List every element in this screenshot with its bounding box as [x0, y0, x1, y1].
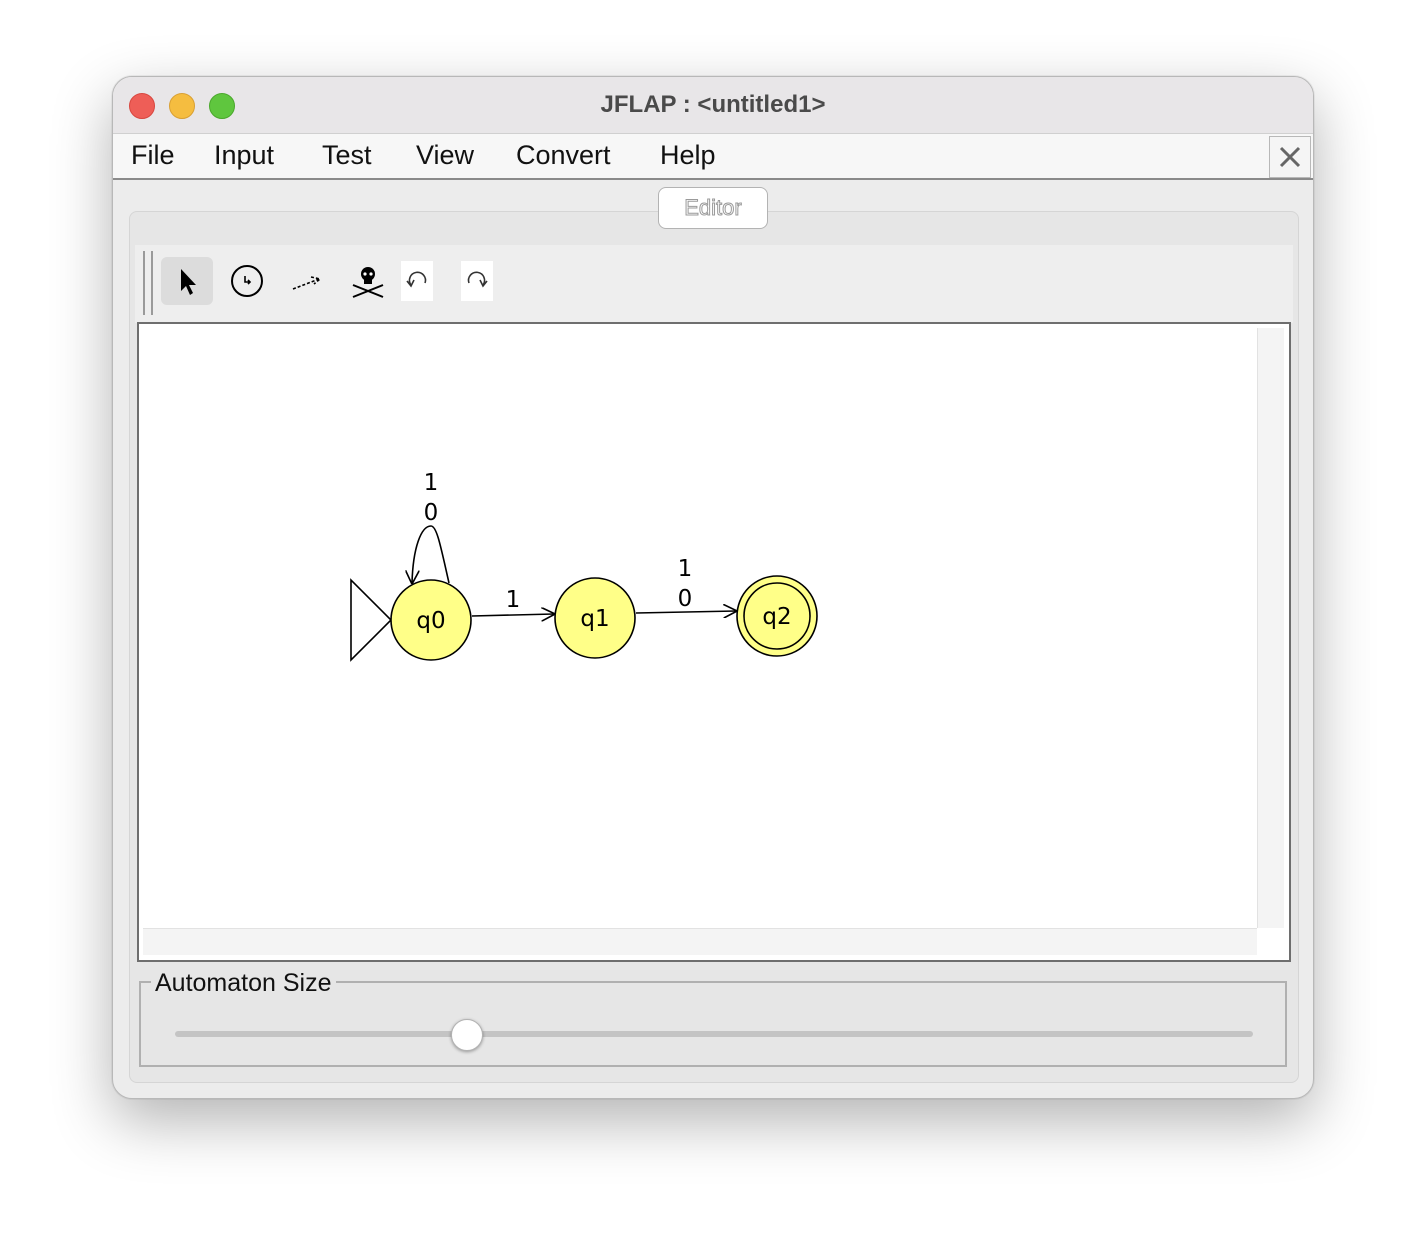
transition-arrow-icon	[292, 276, 322, 290]
undo-icon	[406, 271, 427, 288]
redo-icon	[467, 271, 488, 288]
menu-test[interactable]: Test	[322, 140, 372, 171]
title-bar[interactable]: JFLAP : <untitled1>	[113, 77, 1313, 134]
transition-q0-q1[interactable]	[471, 614, 554, 616]
transition-q0-q0[interactable]	[412, 525, 450, 583]
arrow-pointer-icon	[181, 269, 196, 295]
state-circle-icon	[231, 265, 263, 297]
undo-button[interactable]	[401, 261, 433, 301]
transition-creator-tool[interactable]	[281, 257, 333, 305]
close-icon	[1279, 146, 1301, 168]
automaton-size-slider-track[interactable]	[175, 1031, 1253, 1037]
toolbar	[135, 245, 1293, 323]
menu-help[interactable]: Help	[660, 140, 716, 171]
deleter-tool[interactable]	[341, 257, 393, 305]
transition-label: 0	[424, 500, 439, 526]
state-creator-tool[interactable]	[221, 257, 273, 305]
automaton-size-label: Automaton Size	[151, 969, 336, 998]
menu-view[interactable]: View	[416, 140, 474, 171]
transition-label: 1	[678, 556, 693, 582]
vertical-scrollbar[interactable]	[1257, 328, 1284, 928]
initial-state-marker	[350, 578, 393, 662]
state-q0[interactable]: q0	[390, 579, 472, 661]
transition-label: 0	[678, 586, 693, 612]
attribute-editor-tool[interactable]	[161, 257, 213, 305]
automaton-size-group: Automaton Size	[139, 969, 1287, 1067]
toolbar-grip[interactable]	[143, 251, 153, 315]
automaton-canvas[interactable]: 1 0 1 1 0 q0 q1 q2	[143, 328, 1257, 928]
menu-input[interactable]: Input	[214, 140, 274, 171]
state-q1[interactable]: q1	[554, 577, 636, 659]
transition-label: 1	[506, 587, 521, 613]
automaton-diagram: 1 0 1 1 0 q0 q1 q2	[350, 470, 818, 662]
window-title: JFLAP : <untitled1>	[600, 91, 826, 118]
menu-file[interactable]: File	[131, 140, 175, 171]
app-window: JFLAP : <untitled1> File Input Test View…	[112, 76, 1314, 1099]
state-label: q1	[580, 606, 609, 632]
tab-editor[interactable]: Editor	[658, 187, 768, 229]
automaton-size-slider-thumb[interactable]	[451, 1019, 484, 1051]
menu-convert[interactable]: Convert	[516, 140, 611, 171]
transition-label: 1	[424, 470, 439, 496]
skull-crossbones-icon	[352, 267, 384, 298]
state-label: q2	[762, 604, 791, 630]
menu-bar: File Input Test View Convert Help	[113, 134, 1313, 180]
automaton-canvas-frame: 1 0 1 1 0 q0 q1 q2	[137, 322, 1291, 962]
redo-button[interactable]	[461, 261, 493, 301]
state-q2[interactable]: q2	[736, 575, 818, 657]
state-label: q0	[416, 608, 445, 634]
horizontal-scrollbar[interactable]	[143, 928, 1257, 955]
close-tab-button[interactable]	[1269, 136, 1311, 178]
